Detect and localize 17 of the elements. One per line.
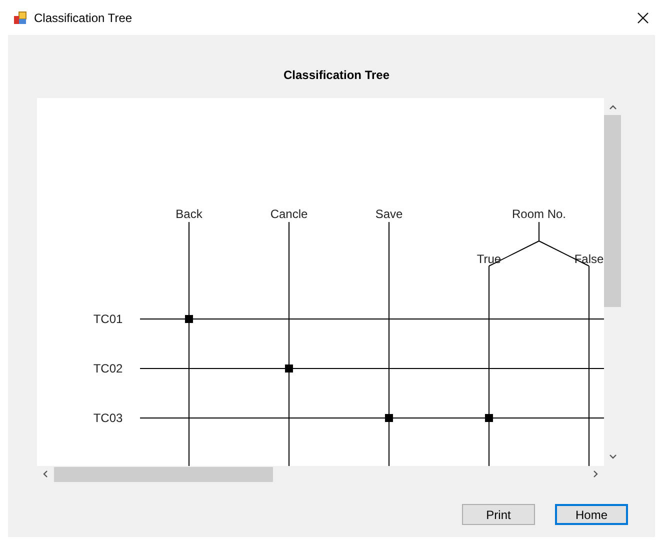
class-label: False — [574, 252, 604, 266]
class-label: Cancle — [270, 207, 308, 221]
test-case-label: TC02 — [93, 362, 123, 376]
action-button[interactable]: Home — [555, 504, 628, 525]
class-label: True — [476, 252, 502, 266]
scroll-thumb[interactable] — [54, 466, 273, 482]
class-label: Save — [375, 207, 403, 221]
app-icon — [13, 10, 27, 24]
class-label: Back — [176, 207, 202, 221]
diagram-heading: Classification Tree — [282, 68, 391, 83]
window-title: Classification Tree — [34, 10, 132, 24]
class-label: Room No. — [512, 207, 566, 221]
test-case-label: TC03 — [93, 411, 123, 425]
test-case-label: TC01 — [93, 312, 123, 326]
close-icon[interactable] — [637, 12, 649, 24]
action-button[interactable]: Print — [462, 504, 535, 525]
scroll-thumb[interactable] — [604, 115, 621, 307]
